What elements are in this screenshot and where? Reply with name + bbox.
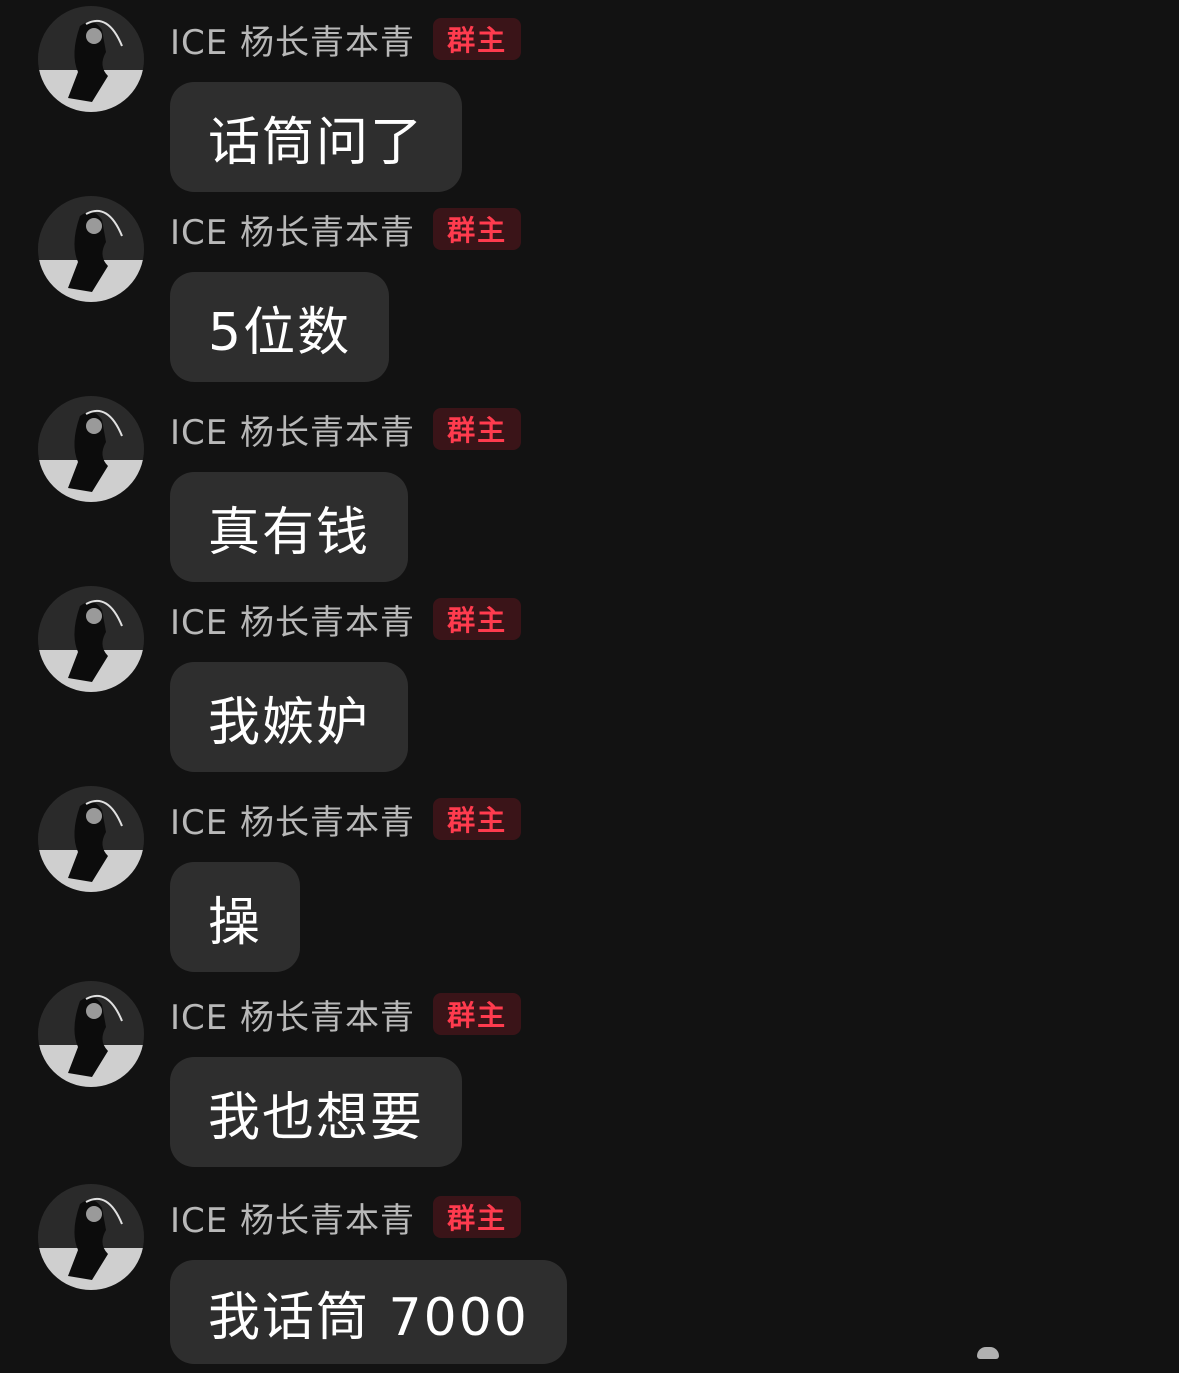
owner-badge: 群主 [433,18,522,60]
sender-row: ICE 杨长青本青 群主 [170,1193,522,1242]
sender-row: ICE 杨长青本青 群主 [170,990,522,1039]
sender-row: ICE 杨长青本青 群主 [170,795,522,844]
sender-name[interactable]: ICE 杨长青本青 [170,595,415,644]
sender-name[interactable]: ICE 杨长青本青 [170,1193,415,1242]
message-bubble[interactable]: 我话筒 7000 [170,1260,567,1364]
avatar-icon[interactable] [38,586,144,692]
sender-name[interactable]: ICE 杨长青本青 [170,990,415,1039]
watermark-fragment [977,1347,999,1359]
message-bubble[interactable]: 5位数 [170,272,390,382]
avatar-icon[interactable] [38,196,144,302]
sender-name[interactable]: ICE 杨长青本青 [170,15,415,64]
avatar-icon[interactable] [38,786,144,892]
owner-badge: 群主 [433,598,522,640]
message-bubble[interactable]: 话筒问了 [170,82,463,192]
avatar-icon[interactable] [38,6,144,112]
sender-row: ICE 杨长青本青 群主 [170,205,522,254]
message-bubble[interactable]: 操 [170,862,301,972]
owner-badge: 群主 [433,1196,522,1238]
avatar-icon[interactable] [38,1184,144,1290]
owner-badge: 群主 [433,798,522,840]
owner-badge: 群主 [433,208,522,250]
chat-message-list: ICE 杨长青本青 群主 话筒问了 ICE 杨长青本青 群主 5位数 ICE 杨… [0,0,1179,1373]
owner-badge: 群主 [433,993,522,1035]
sender-name[interactable]: ICE 杨长青本青 [170,205,415,254]
avatar-icon[interactable] [38,396,144,502]
message-bubble[interactable]: 我也想要 [170,1057,463,1167]
sender-row: ICE 杨长青本青 群主 [170,595,522,644]
sender-row: ICE 杨长青本青 群主 [170,405,522,454]
message-bubble[interactable]: 我嫉妒 [170,662,409,772]
avatar-icon[interactable] [38,981,144,1087]
sender-name[interactable]: ICE 杨长青本青 [170,405,415,454]
owner-badge: 群主 [433,408,522,450]
sender-name[interactable]: ICE 杨长青本青 [170,795,415,844]
message-bubble[interactable]: 真有钱 [170,472,409,582]
sender-row: ICE 杨长青本青 群主 [170,15,522,64]
